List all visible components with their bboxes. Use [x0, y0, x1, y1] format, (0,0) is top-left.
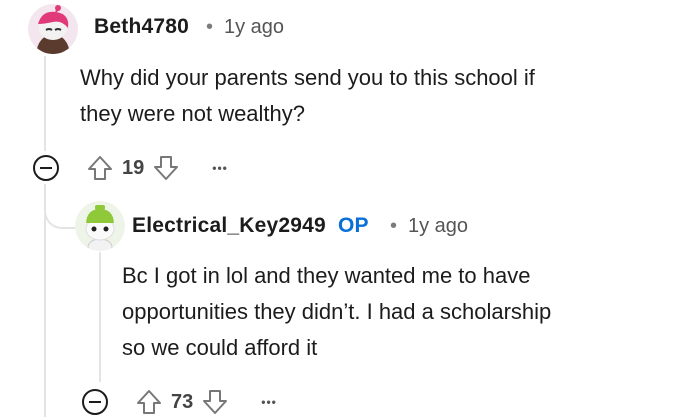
- user-avatar[interactable]: [28, 4, 78, 54]
- comment-body-line: Bc I got in lol and they wanted me to ha…: [122, 263, 531, 288]
- comment-username[interactable]: Beth4780: [94, 15, 189, 39]
- upvote-icon[interactable]: [86, 154, 114, 182]
- thread-line-root: [44, 56, 46, 151]
- comment-body-line: opportunities they didn’t. I had a schol…: [122, 299, 552, 324]
- comment-body-line: they were not wealthy?: [80, 101, 306, 126]
- thread-connector: [44, 184, 78, 229]
- comment-actions: 19 •••: [33, 150, 228, 186]
- more-options-button[interactable]: •••: [261, 395, 277, 409]
- comment-body-line: Why did your parents send you to this sc…: [80, 65, 535, 90]
- collapse-thread-button[interactable]: [33, 155, 59, 181]
- snoo-avatar-green-icon: [75, 201, 125, 251]
- comment-timestamp[interactable]: 1y ago: [224, 16, 284, 39]
- op-badge: OP: [337, 214, 369, 237]
- meta-separator: •: [390, 215, 398, 237]
- comment-actions: 73 •••: [82, 384, 277, 420]
- downvote-icon[interactable]: [201, 388, 229, 416]
- downvote-icon[interactable]: [152, 154, 180, 182]
- thread-line-reply: [99, 252, 101, 382]
- comment-username[interactable]: Electrical_Key2949 OP: [132, 214, 369, 238]
- comment-body: Bc I got in lol and they wanted me to ha…: [122, 258, 551, 366]
- vote-count: 73: [171, 390, 194, 413]
- comment-timestamp[interactable]: 1y ago: [408, 215, 468, 238]
- meta-separator: •: [206, 16, 214, 38]
- upvote-icon[interactable]: [135, 388, 163, 416]
- username-text[interactable]: Electrical_Key2949: [132, 214, 326, 237]
- user-avatar[interactable]: [75, 201, 125, 251]
- vote-count: 19: [122, 156, 145, 179]
- comment-body: Why did your parents send you to this sc…: [80, 60, 535, 132]
- snoo-avatar-pink-icon: [28, 4, 78, 54]
- collapse-thread-button[interactable]: [82, 389, 108, 415]
- more-options-button[interactable]: •••: [212, 161, 228, 175]
- comment-body-line: so we could afford it: [122, 335, 318, 360]
